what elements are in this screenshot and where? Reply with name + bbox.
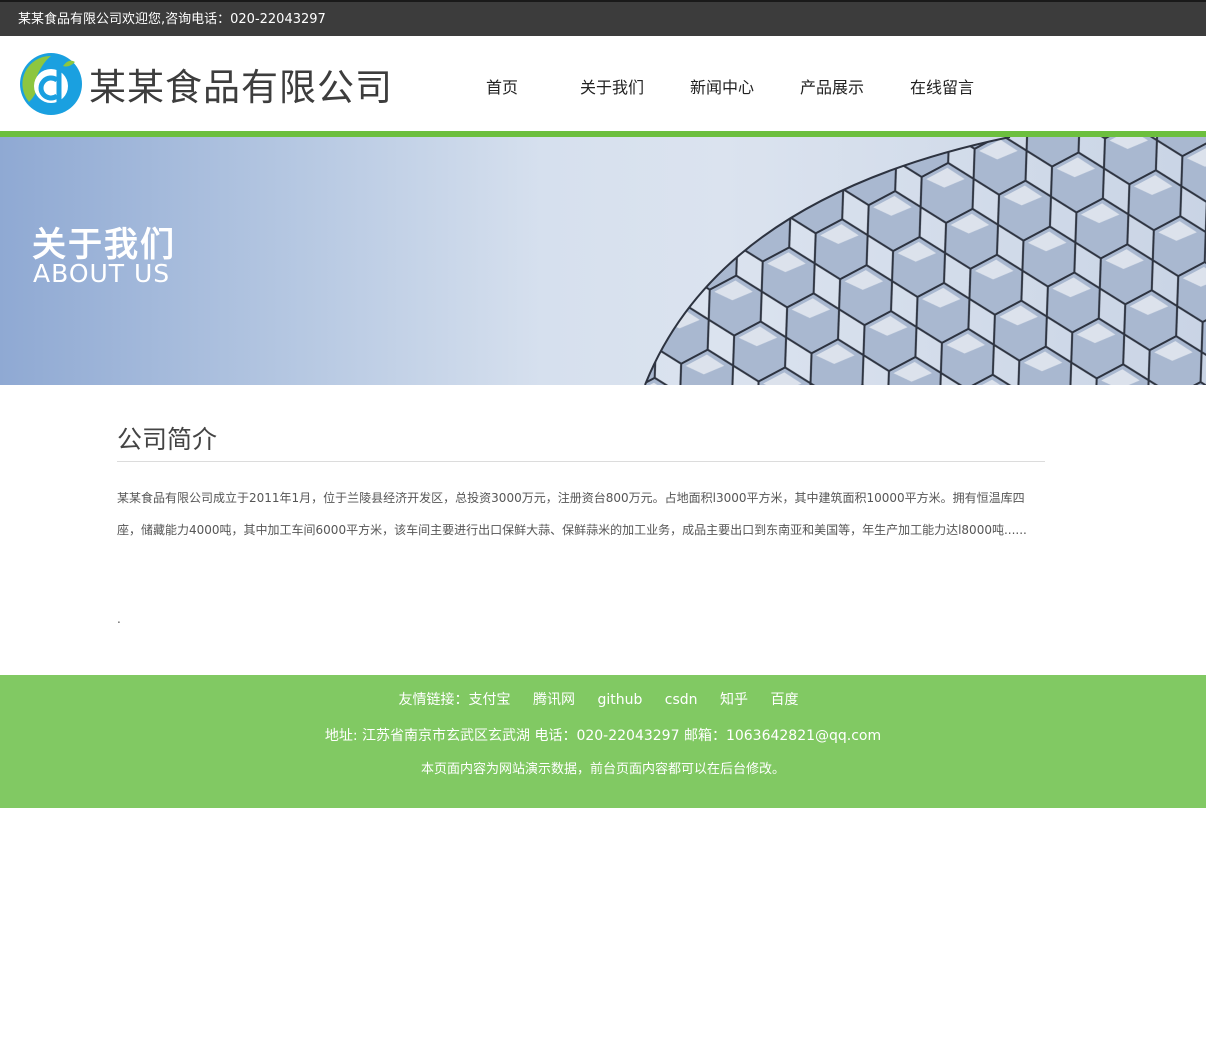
logo-text: 某某食品有限公司 (89, 66, 393, 109)
banner-subtitle: ABOUT US (33, 259, 171, 288)
link-baidu[interactable]: 百度 (770, 692, 798, 708)
company-intro: 某某食品有限公司成立于2011年1月，位于兰陵县经济开发区，总投资3000万元，… (117, 491, 1027, 537)
link-github[interactable]: github (597, 692, 642, 708)
nav-message[interactable]: 在线留言 (910, 74, 974, 98)
banner: 关于我们 ABOUT US (0, 137, 1206, 385)
logo-icon (20, 53, 82, 115)
trailing-dot: . (117, 612, 121, 626)
welcome-text: 某某食品有限公司欢迎您,咨询电话：020-22043297 (18, 12, 326, 27)
link-csdn[interactable]: csdn (665, 692, 698, 708)
nav-home[interactable]: 首页 (486, 74, 518, 98)
nav-about[interactable]: 关于我们 (580, 74, 644, 98)
banner-dome-image (644, 137, 1206, 385)
footer-note: 本页面内容为网站演示数据，前台页面内容都可以在后台修改。 (420, 762, 785, 777)
main-content: 公司简介 某某食品有限公司成立于2011年1月，位于兰陵县经济开发区，总投资30… (117, 420, 1045, 632)
friend-links-label: 友情链接： (398, 692, 469, 708)
footer: 友情链接：支付宝 腾讯网 github csdn 知乎 百度 地址: 江苏省南京… (0, 675, 1206, 808)
header: 某某食品有限公司 首页 关于我们 新闻中心 产品展示 在线留言 (0, 36, 1206, 131)
friend-links: 友情链接：支付宝 腾讯网 github csdn 知乎 百度 (0, 689, 1206, 709)
footer-address: 地址: 江苏省南京市玄武区玄武湖 电话：020-22043297 邮箱：1063… (324, 728, 882, 744)
nav-products[interactable]: 产品展示 (800, 74, 864, 98)
link-alipay[interactable]: 支付宝 (469, 692, 511, 708)
logo[interactable]: 某某食品有限公司 (19, 52, 393, 116)
section-title: 公司简介 (117, 420, 1045, 462)
top-bar: 某某食品有限公司欢迎您,咨询电话：020-22043297 (0, 0, 1206, 36)
link-zhihu[interactable]: 知乎 (720, 692, 748, 708)
nav-news[interactable]: 新闻中心 (690, 74, 754, 98)
link-tencent[interactable]: 腾讯网 (533, 692, 575, 708)
